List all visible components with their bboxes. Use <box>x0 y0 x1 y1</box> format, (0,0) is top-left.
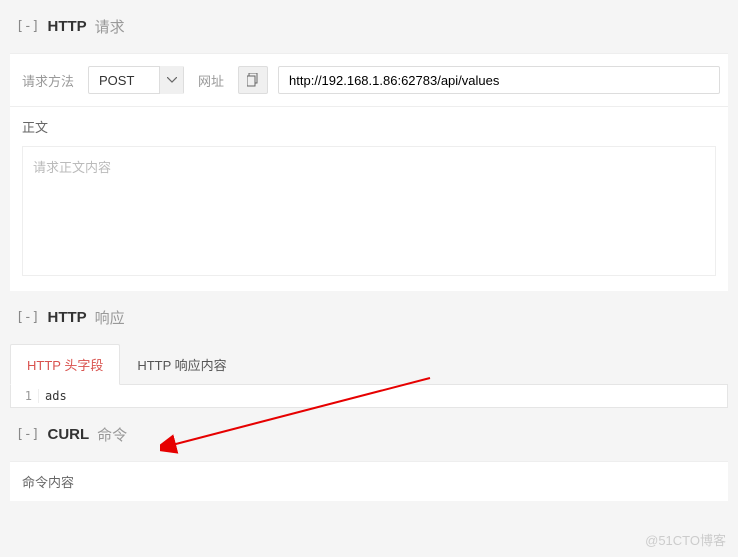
section-title-strong: CURL <box>47 426 89 443</box>
collapse-toggle[interactable]: [-] <box>16 19 39 34</box>
request-row: 请求方法 POST 网址 <box>10 54 728 106</box>
section-title-strong: HTTP <box>47 18 86 35</box>
response-tabs: HTTP 头字段 HTTP 响应内容 <box>10 344 728 385</box>
body-label: 正文 <box>10 107 728 146</box>
curl-content-label: 命令内容 <box>22 475 74 490</box>
method-label: 请求方法 <box>18 71 78 90</box>
response-body-panel: 1 ads <box>10 384 728 408</box>
watermark: @51CTO博客 <box>645 530 726 549</box>
tab-headers[interactable]: HTTP 头字段 <box>10 344 120 385</box>
request-panel: 请求方法 POST 网址 <box>10 53 728 106</box>
section-title-light: 命令 <box>97 424 127 445</box>
method-value: POST <box>89 73 159 88</box>
section-title-light: 响应 <box>95 307 125 328</box>
collapse-toggle[interactable]: [-] <box>16 427 39 442</box>
tab-content[interactable]: HTTP 响应内容 <box>120 344 243 385</box>
line-number: 1 <box>11 389 39 403</box>
copy-icon[interactable] <box>238 66 268 94</box>
url-label: 网址 <box>194 71 228 90</box>
section-title-light: 请求 <box>95 16 125 37</box>
section-title-strong: HTTP <box>47 309 86 326</box>
chevron-down-icon[interactable] <box>159 66 183 94</box>
curl-panel: 命令内容 <box>10 461 728 501</box>
body-textarea[interactable] <box>22 146 716 276</box>
curl-header: [-] CURL 命令 <box>0 408 738 461</box>
response-body-content: ads <box>39 389 67 403</box>
method-select[interactable]: POST <box>88 66 184 94</box>
code-line: 1 ads <box>11 385 727 407</box>
collapse-toggle[interactable]: [-] <box>16 310 39 325</box>
http-request-header: [-] HTTP 请求 <box>0 0 738 53</box>
request-body-panel: 正文 <box>10 106 728 291</box>
http-response-header: [-] HTTP 响应 <box>0 291 738 344</box>
url-input[interactable] <box>278 66 720 94</box>
